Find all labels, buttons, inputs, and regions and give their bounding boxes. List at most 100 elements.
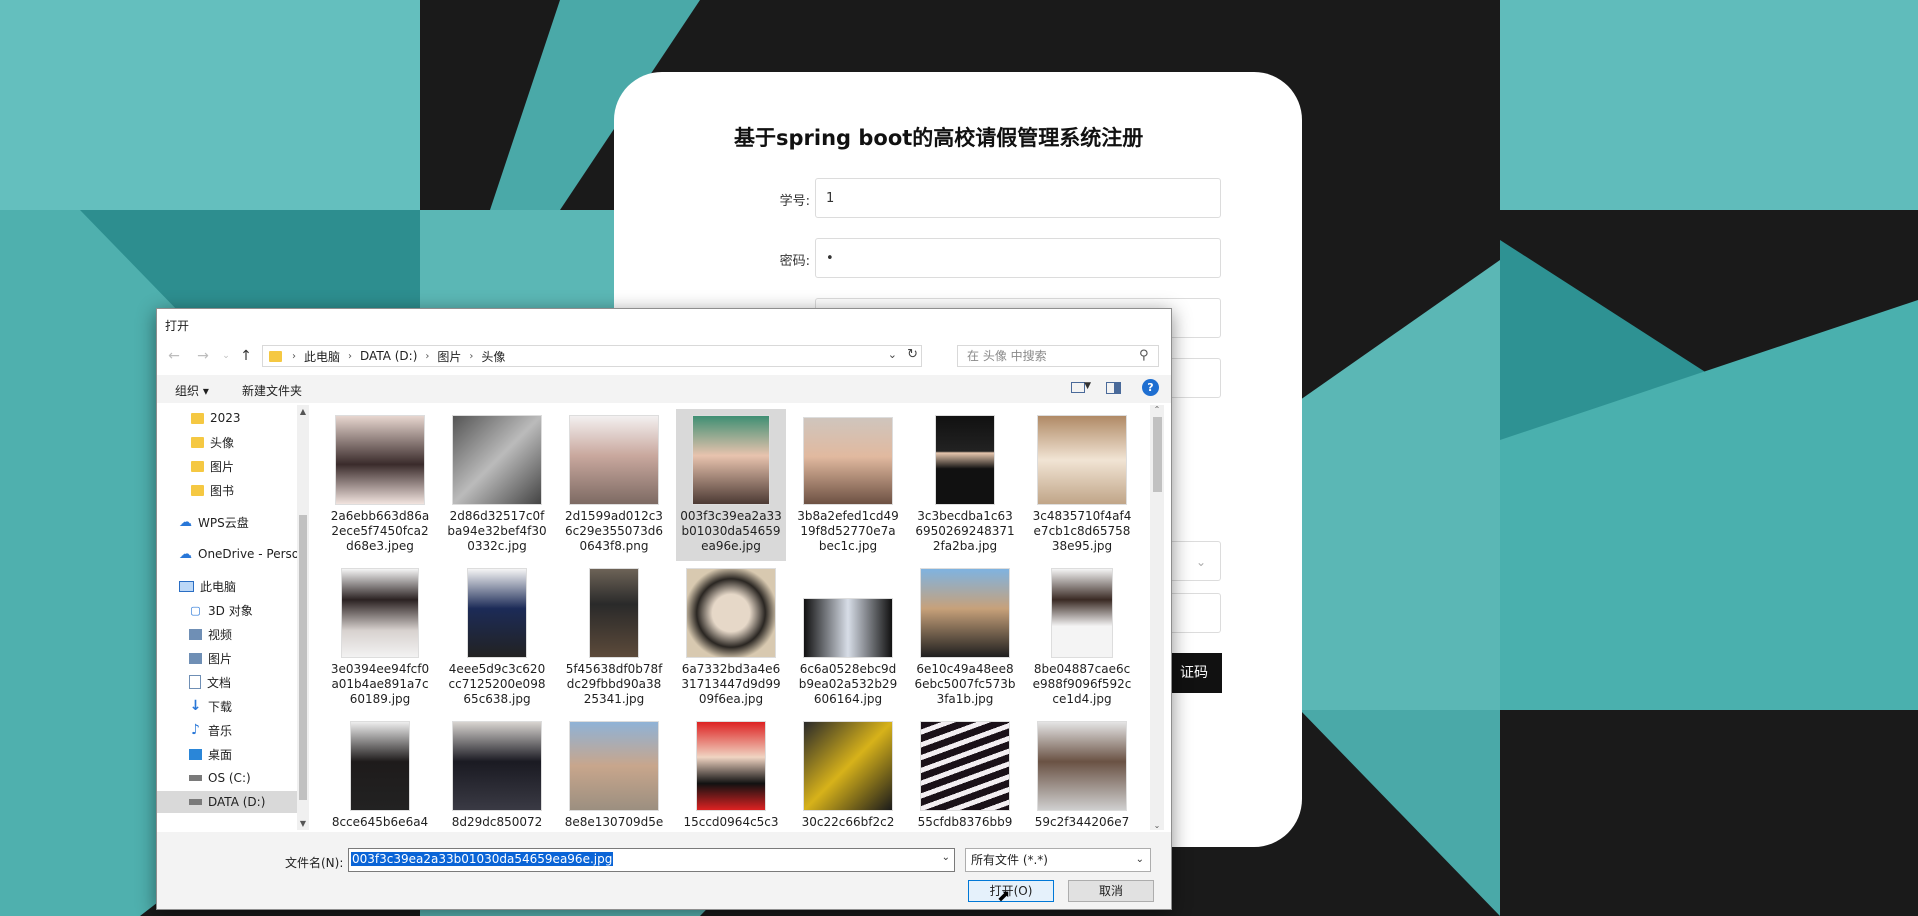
help-icon[interactable]: ? bbox=[1142, 379, 1159, 396]
dialog-footer: 文件名(N): 003f3c39ea2a33b01030da54659ea96e… bbox=[157, 832, 1171, 909]
nav-scroll-thumb[interactable] bbox=[299, 515, 307, 800]
nav-item-3d-objects[interactable]: ▢ 3D 对象 bbox=[157, 599, 309, 621]
recent-dropdown-icon[interactable]: ⌄ bbox=[217, 347, 235, 365]
open-button[interactable]: 打开(O) bbox=[968, 880, 1054, 902]
filetype-value: 所有文件 (*.*) bbox=[971, 853, 1048, 867]
file-name: 8e8e130709d5e bbox=[564, 815, 664, 829]
address-bar[interactable]: › 此电脑 › DATA (D:) › 图片 › 头像 ⌄ ↻ bbox=[262, 345, 922, 367]
file-thumbnail bbox=[1051, 568, 1113, 658]
nav-item-pictures[interactable]: 图片 bbox=[157, 647, 309, 669]
file-item[interactable]: 2a6ebb663d86a2ece5f7450fca2d68e3.jpeg bbox=[325, 409, 435, 561]
student-id-input[interactable]: 1 bbox=[815, 178, 1221, 218]
folder-icon bbox=[191, 436, 204, 448]
file-thumbnail bbox=[569, 721, 659, 811]
file-item[interactable]: 3c4835710f4af4e7cb1c8d6575838e95.jpg bbox=[1027, 409, 1137, 561]
file-thumbnail bbox=[803, 721, 893, 811]
file-thumbnail bbox=[803, 417, 893, 505]
scroll-up-icon[interactable]: ▲ bbox=[297, 407, 309, 416]
file-item[interactable]: 6a7332bd3a4e631713447d9d9909f6ea.jpg bbox=[676, 562, 786, 714]
breadcrumb-pc[interactable]: 此电脑 bbox=[304, 348, 340, 365]
password-input[interactable]: • bbox=[815, 238, 1221, 278]
file-name: 4eee5d9c3c620cc7125200e09865c638.jpg bbox=[448, 662, 546, 706]
chevron-down-icon[interactable]: ⌄ bbox=[888, 348, 897, 361]
file-grid-scroll-thumb[interactable] bbox=[1153, 417, 1162, 492]
nav-item-pictures-folder[interactable]: 图片 bbox=[157, 455, 309, 477]
preview-pane-icon[interactable] bbox=[1106, 382, 1121, 394]
document-icon bbox=[189, 675, 201, 689]
file-item-selected[interactable]: 003f3c39ea2a33b01030da54659ea96e.jpg bbox=[676, 409, 786, 561]
nav-item-drive-d[interactable]: DATA (D:) bbox=[157, 791, 309, 813]
file-item[interactable]: 2d1599ad012c36c29e355073d60643f8.png bbox=[559, 409, 669, 561]
cube-icon: ▢ bbox=[190, 603, 201, 617]
back-icon[interactable]: ← bbox=[165, 347, 183, 365]
nav-item-desktop[interactable]: 桌面 bbox=[157, 743, 309, 765]
file-item[interactable]: 8e8e130709d5e bbox=[559, 715, 669, 830]
file-item[interactable]: 6c6a0528ebc9db9ea02a532b29606164.jpg bbox=[793, 562, 903, 714]
dialog-title: 打开 bbox=[165, 319, 190, 333]
scroll-down-icon[interactable]: ▼ bbox=[297, 819, 309, 828]
filetype-select[interactable]: 所有文件 (*.*) ⌄ bbox=[965, 848, 1151, 872]
search-input[interactable]: 在 头像 中搜索 bbox=[957, 345, 1159, 367]
file-thumbnail bbox=[920, 568, 1010, 658]
cancel-button[interactable]: 取消 bbox=[1068, 880, 1154, 902]
nav-item-documents[interactable]: 文档 bbox=[157, 671, 309, 693]
scroll-up-icon[interactable]: ⌃ bbox=[1150, 405, 1164, 414]
file-grid-scrollbar[interactable]: ⌃ ⌄ bbox=[1150, 405, 1164, 830]
view-options-icon[interactable] bbox=[1071, 382, 1085, 393]
chevron-right-icon: › bbox=[425, 350, 430, 362]
nav-item-music[interactable]: ♪ 音乐 bbox=[157, 719, 309, 741]
file-item[interactable]: 3b8a2efed1cd4919f8d52770e7abec1c.jpg bbox=[793, 409, 903, 561]
nav-scrollbar[interactable]: ▲ ▼ bbox=[297, 405, 309, 830]
nav-item-2023[interactable]: 2023 bbox=[157, 407, 309, 429]
new-folder-button[interactable]: 新建文件夹 bbox=[242, 382, 302, 399]
forward-icon[interactable]: → bbox=[194, 347, 212, 365]
file-item[interactable]: 8be04887cae6ce988f9096f592cce1d4.jpg bbox=[1027, 562, 1137, 714]
file-item[interactable]: 5f45638df0b78fdc29fbbd90a3825341.jpg bbox=[559, 562, 669, 714]
nav-item-label: 文档 bbox=[207, 675, 232, 690]
file-item[interactable]: 30c22c66bf2c2 bbox=[793, 715, 903, 830]
scroll-down-icon[interactable]: ⌄ bbox=[1150, 821, 1164, 830]
file-name: 2d86d32517c0fba94e32bef4f300332c.jpg bbox=[447, 509, 547, 553]
organize-button[interactable]: 组织 ▾ bbox=[175, 382, 209, 399]
file-item[interactable]: 6e10c49a48ee86ebc5007fc573b3fa1b.jpg bbox=[910, 562, 1020, 714]
file-thumbnail bbox=[341, 568, 419, 658]
nav-item-onedrive[interactable]: ☁ OneDrive - Person bbox=[157, 543, 309, 565]
file-item[interactable]: 4eee5d9c3c620cc7125200e09865c638.jpg bbox=[442, 562, 552, 714]
file-item[interactable]: 8d29dc850072 bbox=[442, 715, 552, 830]
file-thumbnail bbox=[589, 568, 639, 658]
file-item[interactable]: 8cce645b6e6a4 bbox=[325, 715, 435, 830]
breadcrumb-pictures[interactable]: 图片 bbox=[437, 348, 461, 365]
breadcrumb-avatar[interactable]: 头像 bbox=[481, 348, 505, 365]
chevron-down-icon[interactable]: ⌄ bbox=[942, 852, 950, 863]
refresh-icon[interactable]: ↻ bbox=[907, 347, 918, 362]
drive-icon bbox=[189, 775, 202, 781]
chevron-down-icon[interactable]: ▼ bbox=[1084, 381, 1091, 391]
file-item[interactable]: 2d86d32517c0fba94e32bef4f300332c.jpg bbox=[442, 409, 552, 561]
nav-item-wps-cloud[interactable]: ☁ WPS云盘 bbox=[157, 511, 309, 533]
password-label: 密码: bbox=[779, 254, 810, 269]
file-thumbnail bbox=[350, 721, 410, 811]
file-item[interactable]: 59c2f344206e7 bbox=[1027, 715, 1137, 830]
file-item[interactable]: 3c3becdba1c636950269248371 2fa2ba.jpg bbox=[910, 409, 1020, 561]
nav-item-downloads[interactable]: ↓ 下载 bbox=[157, 695, 309, 717]
cloud-icon: ☁ bbox=[179, 546, 192, 562]
file-item[interactable]: 15ccd0964c5c3 bbox=[676, 715, 786, 830]
file-item[interactable]: 3e0394ee94fcf0a01b4ae891a7c60189.jpg bbox=[325, 562, 435, 714]
nav-item-books[interactable]: 图书 bbox=[157, 479, 309, 501]
file-name: 003f3c39ea2a33b01030da54659ea96e.jpg bbox=[680, 509, 782, 553]
file-name: 8be04887cae6ce988f9096f592cce1d4.jpg bbox=[1032, 662, 1132, 706]
up-icon[interactable]: ↑ bbox=[237, 347, 255, 365]
nav-item-this-pc[interactable]: 此电脑 bbox=[157, 575, 309, 597]
filename-input[interactable]: 003f3c39ea2a33b01030da54659ea96e.jpg ⌄ bbox=[348, 848, 955, 872]
download-icon: ↓ bbox=[189, 698, 202, 714]
nav-item-videos[interactable]: 视频 bbox=[157, 623, 309, 645]
file-thumbnail bbox=[452, 415, 542, 505]
nav-item-label: 下载 bbox=[208, 699, 233, 714]
file-thumbnail bbox=[335, 415, 425, 505]
student-id-row: 学号: 1 bbox=[694, 178, 1221, 220]
nav-item-label: DATA (D:) bbox=[208, 795, 266, 809]
file-item[interactable]: 55cfdb8376bb9 bbox=[910, 715, 1020, 830]
breadcrumb-drive[interactable]: DATA (D:) bbox=[360, 349, 417, 363]
nav-item-avatar[interactable]: 头像 bbox=[157, 431, 309, 453]
nav-item-drive-c[interactable]: OS (C:) bbox=[157, 767, 309, 789]
